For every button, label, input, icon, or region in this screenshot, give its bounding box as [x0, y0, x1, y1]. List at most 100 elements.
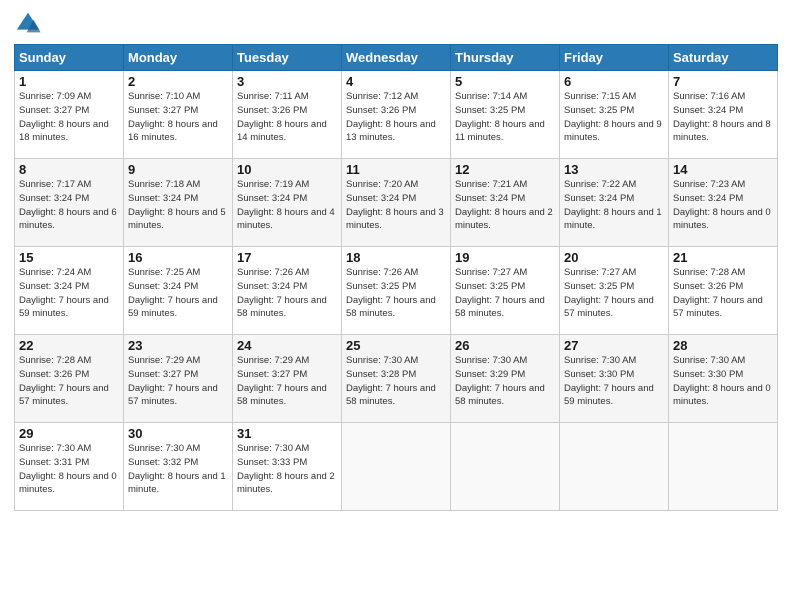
calendar-cell: 29Sunrise: 7:30 AMSunset: 3:31 PMDayligh…	[15, 423, 124, 511]
day-info: Sunrise: 7:18 AMSunset: 3:24 PMDaylight:…	[128, 178, 228, 233]
day-info: Sunrise: 7:25 AMSunset: 3:24 PMDaylight:…	[128, 266, 228, 321]
day-info: Sunrise: 7:30 AMSunset: 3:28 PMDaylight:…	[346, 354, 446, 409]
calendar-cell: 24Sunrise: 7:29 AMSunset: 3:27 PMDayligh…	[233, 335, 342, 423]
calendar-cell: 3Sunrise: 7:11 AMSunset: 3:26 PMDaylight…	[233, 71, 342, 159]
day-info: Sunrise: 7:26 AMSunset: 3:25 PMDaylight:…	[346, 266, 446, 321]
day-info: Sunrise: 7:30 AMSunset: 3:30 PMDaylight:…	[673, 354, 773, 409]
day-info: Sunrise: 7:24 AMSunset: 3:24 PMDaylight:…	[19, 266, 119, 321]
day-info: Sunrise: 7:23 AMSunset: 3:24 PMDaylight:…	[673, 178, 773, 233]
header	[14, 10, 778, 38]
day-info: Sunrise: 7:11 AMSunset: 3:26 PMDaylight:…	[237, 90, 337, 145]
calendar-cell: 7Sunrise: 7:16 AMSunset: 3:24 PMDaylight…	[669, 71, 778, 159]
day-info: Sunrise: 7:30 AMSunset: 3:32 PMDaylight:…	[128, 442, 228, 497]
day-number: 13	[564, 162, 664, 177]
day-number: 17	[237, 250, 337, 265]
calendar-cell: 1Sunrise: 7:09 AMSunset: 3:27 PMDaylight…	[15, 71, 124, 159]
day-info: Sunrise: 7:29 AMSunset: 3:27 PMDaylight:…	[128, 354, 228, 409]
day-number: 31	[237, 426, 337, 441]
calendar-header-wednesday: Wednesday	[342, 45, 451, 71]
day-info: Sunrise: 7:30 AMSunset: 3:31 PMDaylight:…	[19, 442, 119, 497]
day-info: Sunrise: 7:30 AMSunset: 3:29 PMDaylight:…	[455, 354, 555, 409]
day-number: 6	[564, 74, 664, 89]
day-info: Sunrise: 7:30 AMSunset: 3:33 PMDaylight:…	[237, 442, 337, 497]
day-info: Sunrise: 7:16 AMSunset: 3:24 PMDaylight:…	[673, 90, 773, 145]
calendar-cell: 20Sunrise: 7:27 AMSunset: 3:25 PMDayligh…	[560, 247, 669, 335]
calendar-header-monday: Monday	[124, 45, 233, 71]
day-number: 25	[346, 338, 446, 353]
day-number: 24	[237, 338, 337, 353]
calendar-week-2: 8Sunrise: 7:17 AMSunset: 3:24 PMDaylight…	[15, 159, 778, 247]
calendar-header-friday: Friday	[560, 45, 669, 71]
day-info: Sunrise: 7:27 AMSunset: 3:25 PMDaylight:…	[455, 266, 555, 321]
day-info: Sunrise: 7:28 AMSunset: 3:26 PMDaylight:…	[19, 354, 119, 409]
calendar-week-1: 1Sunrise: 7:09 AMSunset: 3:27 PMDaylight…	[15, 71, 778, 159]
day-number: 2	[128, 74, 228, 89]
calendar-cell	[560, 423, 669, 511]
calendar-cell: 14Sunrise: 7:23 AMSunset: 3:24 PMDayligh…	[669, 159, 778, 247]
day-number: 4	[346, 74, 446, 89]
calendar-header-tuesday: Tuesday	[233, 45, 342, 71]
calendar-cell: 31Sunrise: 7:30 AMSunset: 3:33 PMDayligh…	[233, 423, 342, 511]
calendar-week-3: 15Sunrise: 7:24 AMSunset: 3:24 PMDayligh…	[15, 247, 778, 335]
calendar-cell: 12Sunrise: 7:21 AMSunset: 3:24 PMDayligh…	[451, 159, 560, 247]
day-info: Sunrise: 7:14 AMSunset: 3:25 PMDaylight:…	[455, 90, 555, 145]
day-number: 1	[19, 74, 119, 89]
day-number: 7	[673, 74, 773, 89]
calendar-cell: 19Sunrise: 7:27 AMSunset: 3:25 PMDayligh…	[451, 247, 560, 335]
day-info: Sunrise: 7:15 AMSunset: 3:25 PMDaylight:…	[564, 90, 664, 145]
day-number: 9	[128, 162, 228, 177]
day-info: Sunrise: 7:19 AMSunset: 3:24 PMDaylight:…	[237, 178, 337, 233]
day-number: 23	[128, 338, 228, 353]
calendar-cell: 9Sunrise: 7:18 AMSunset: 3:24 PMDaylight…	[124, 159, 233, 247]
calendar-week-5: 29Sunrise: 7:30 AMSunset: 3:31 PMDayligh…	[15, 423, 778, 511]
calendar-cell: 21Sunrise: 7:28 AMSunset: 3:26 PMDayligh…	[669, 247, 778, 335]
page: SundayMondayTuesdayWednesdayThursdayFrid…	[0, 0, 792, 612]
calendar-cell: 16Sunrise: 7:25 AMSunset: 3:24 PMDayligh…	[124, 247, 233, 335]
day-info: Sunrise: 7:21 AMSunset: 3:24 PMDaylight:…	[455, 178, 555, 233]
day-number: 28	[673, 338, 773, 353]
calendar-cell: 6Sunrise: 7:15 AMSunset: 3:25 PMDaylight…	[560, 71, 669, 159]
day-number: 14	[673, 162, 773, 177]
calendar-cell: 30Sunrise: 7:30 AMSunset: 3:32 PMDayligh…	[124, 423, 233, 511]
calendar-cell: 23Sunrise: 7:29 AMSunset: 3:27 PMDayligh…	[124, 335, 233, 423]
day-info: Sunrise: 7:30 AMSunset: 3:30 PMDaylight:…	[564, 354, 664, 409]
calendar-header-saturday: Saturday	[669, 45, 778, 71]
calendar-cell	[669, 423, 778, 511]
calendar-cell: 15Sunrise: 7:24 AMSunset: 3:24 PMDayligh…	[15, 247, 124, 335]
day-number: 18	[346, 250, 446, 265]
calendar-header-sunday: Sunday	[15, 45, 124, 71]
calendar-cell: 2Sunrise: 7:10 AMSunset: 3:27 PMDaylight…	[124, 71, 233, 159]
calendar-cell: 5Sunrise: 7:14 AMSunset: 3:25 PMDaylight…	[451, 71, 560, 159]
calendar-cell: 28Sunrise: 7:30 AMSunset: 3:30 PMDayligh…	[669, 335, 778, 423]
day-info: Sunrise: 7:22 AMSunset: 3:24 PMDaylight:…	[564, 178, 664, 233]
day-number: 19	[455, 250, 555, 265]
calendar-cell: 10Sunrise: 7:19 AMSunset: 3:24 PMDayligh…	[233, 159, 342, 247]
calendar-cell: 27Sunrise: 7:30 AMSunset: 3:30 PMDayligh…	[560, 335, 669, 423]
day-number: 26	[455, 338, 555, 353]
day-number: 3	[237, 74, 337, 89]
day-info: Sunrise: 7:10 AMSunset: 3:27 PMDaylight:…	[128, 90, 228, 145]
day-info: Sunrise: 7:17 AMSunset: 3:24 PMDaylight:…	[19, 178, 119, 233]
calendar-table: SundayMondayTuesdayWednesdayThursdayFrid…	[14, 44, 778, 511]
calendar-header-thursday: Thursday	[451, 45, 560, 71]
day-info: Sunrise: 7:28 AMSunset: 3:26 PMDaylight:…	[673, 266, 773, 321]
calendar-cell: 26Sunrise: 7:30 AMSunset: 3:29 PMDayligh…	[451, 335, 560, 423]
day-info: Sunrise: 7:27 AMSunset: 3:25 PMDaylight:…	[564, 266, 664, 321]
calendar-cell: 18Sunrise: 7:26 AMSunset: 3:25 PMDayligh…	[342, 247, 451, 335]
day-info: Sunrise: 7:09 AMSunset: 3:27 PMDaylight:…	[19, 90, 119, 145]
calendar-cell: 4Sunrise: 7:12 AMSunset: 3:26 PMDaylight…	[342, 71, 451, 159]
calendar-cell: 11Sunrise: 7:20 AMSunset: 3:24 PMDayligh…	[342, 159, 451, 247]
logo-icon	[14, 10, 42, 38]
day-number: 11	[346, 162, 446, 177]
day-number: 30	[128, 426, 228, 441]
day-number: 8	[19, 162, 119, 177]
calendar-cell: 22Sunrise: 7:28 AMSunset: 3:26 PMDayligh…	[15, 335, 124, 423]
day-number: 5	[455, 74, 555, 89]
calendar-week-4: 22Sunrise: 7:28 AMSunset: 3:26 PMDayligh…	[15, 335, 778, 423]
day-number: 20	[564, 250, 664, 265]
day-number: 12	[455, 162, 555, 177]
day-info: Sunrise: 7:26 AMSunset: 3:24 PMDaylight:…	[237, 266, 337, 321]
calendar-cell: 17Sunrise: 7:26 AMSunset: 3:24 PMDayligh…	[233, 247, 342, 335]
day-number: 16	[128, 250, 228, 265]
day-number: 10	[237, 162, 337, 177]
